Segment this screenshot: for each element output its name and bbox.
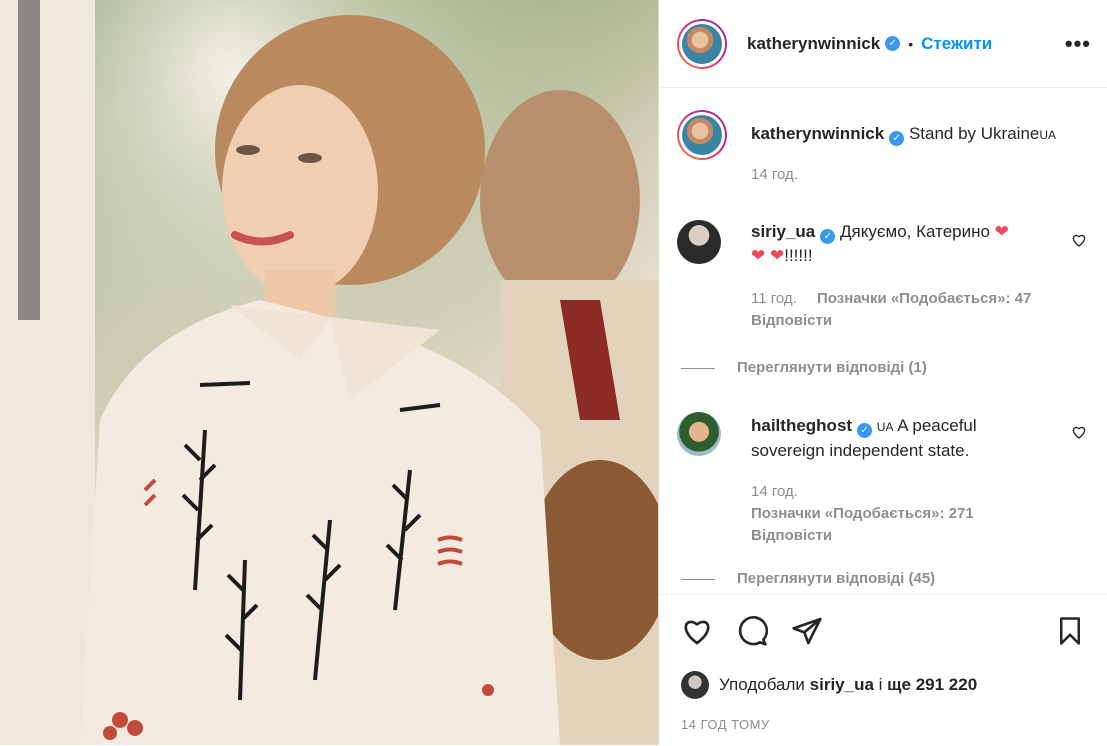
reply-button[interactable]: Відповісти (751, 312, 832, 329)
comment-meta: 11 год. Позначки «Подобається»: 47 Відпо… (751, 288, 1031, 332)
post-actions-section: Уподобали siriy_ua і ще 291 220 14 ГОД Т… (659, 594, 1107, 746)
view-replies-button[interactable]: Переглянути відповіді (1) (681, 359, 927, 376)
comment-like-heart-icon[interactable] (1071, 424, 1087, 440)
comment-text: Дякуємо, Катерино (840, 222, 990, 241)
caption-time[interactable]: 14 год. (751, 164, 798, 186)
liked-by-conj: і (878, 675, 883, 694)
bookmark-icon[interactable] (1055, 615, 1085, 647)
separator-dot: • (908, 35, 914, 52)
action-bar (681, 615, 1085, 647)
red-heart-emoji-icon: ❤ (994, 222, 1009, 241)
liked-by-more[interactable]: ще 291 220 (887, 675, 977, 695)
liked-by: Уподобали siriy_ua і ще 291 220 (681, 671, 977, 699)
comment-username[interactable]: hailtheghost (751, 416, 852, 435)
comment-text-suffix: !!!!!! (784, 246, 813, 265)
comment-time[interactable]: 14 год. (751, 483, 798, 500)
follow-button[interactable]: Стежити (921, 34, 992, 54)
liked-by-user[interactable]: siriy_ua (810, 675, 874, 695)
caption-text: Stand by Ukraine (908, 124, 1040, 143)
caption-avatar[interactable] (677, 110, 727, 160)
comment-text-block: hailtheghost ✓ UA A peaceful sovereign in… (751, 414, 1061, 462)
comment-text-line2: sovereign independent state. (751, 441, 970, 460)
ua-flag-icon: UA (876, 420, 894, 434)
author-avatar[interactable] (677, 18, 727, 69)
post-header: katherynwinnick ✓ • Стежити ••• (659, 0, 1107, 88)
view-replies-button[interactable]: Переглянути відповіді (45) (680, 570, 935, 587)
verified-badge-icon: ✓ (857, 423, 873, 438)
comment-likes-count[interactable]: Позначки «Подобається»: 47 (817, 290, 1031, 307)
post-photo[interactable] (0, 0, 658, 745)
comment-item: siriy_ua ✓ Дякуємо, Катерино ❤ ❤ ❤!!!!!! … (677, 218, 1091, 378)
red-heart-emoji-icon: ❤ (769, 246, 785, 265)
photo-illustration (0, 0, 658, 745)
post-side-panel: katherynwinnick ✓ • Стежити ••• katheryn… (658, 0, 1107, 745)
commenter-avatar[interactable] (677, 220, 721, 264)
comment-item: hailtheghost ✓ UA A peaceful sovereign in… (677, 410, 1091, 590)
comment-text-block: siriy_ua ✓ Дякуємо, Катерино ❤ ❤ ❤!!!!!! (751, 220, 1061, 267)
ua-flag-icon: UA (1039, 128, 1057, 142)
caption-text-block: katherynwinnick ✓ Stand by UkraineUA (751, 122, 1061, 147)
verified-badge-icon: ✓ (889, 131, 905, 146)
red-heart-emoji-icon: ❤ (751, 246, 766, 265)
reply-button[interactable]: Відповісти (751, 527, 832, 544)
comment-icon[interactable] (736, 615, 768, 647)
heart-icon[interactable] (681, 615, 713, 647)
liked-by-avatar[interactable] (681, 671, 709, 699)
author-username[interactable]: katherynwinnick (747, 34, 880, 54)
share-icon[interactable] (791, 615, 823, 647)
caption-username[interactable]: katherynwinnick (751, 124, 884, 143)
comment-username[interactable]: siriy_ua (751, 222, 815, 241)
comment-like-heart-icon[interactable] (1071, 232, 1087, 248)
commenter-avatar[interactable] (677, 412, 721, 456)
verified-badge-icon: ✓ (820, 229, 836, 244)
liked-by-prefix: Уподобали (719, 675, 805, 694)
instagram-post-modal: katherynwinnick ✓ • Стежити ••• katheryn… (0, 0, 1107, 745)
post-timestamp[interactable]: 14 ГОД ТОМУ (681, 717, 770, 732)
comment-text: A peaceful (897, 416, 977, 435)
more-options-icon[interactable]: ••• (1065, 31, 1091, 57)
comments-list[interactable]: katherynwinnick ✓ Stand by UkraineUA 14 г… (659, 88, 1107, 594)
comment-time[interactable]: 11 год. (751, 290, 797, 307)
comment-meta: 14 год. Позначки «Подобається»: 271 Відп… (751, 481, 974, 547)
verified-badge-icon: ✓ (885, 36, 901, 51)
comment-likes-count[interactable]: Позначки «Подобається»: 271 (751, 505, 974, 522)
caption: katherynwinnick ✓ Stand by UkraineUA 14 г… (677, 110, 1091, 190)
